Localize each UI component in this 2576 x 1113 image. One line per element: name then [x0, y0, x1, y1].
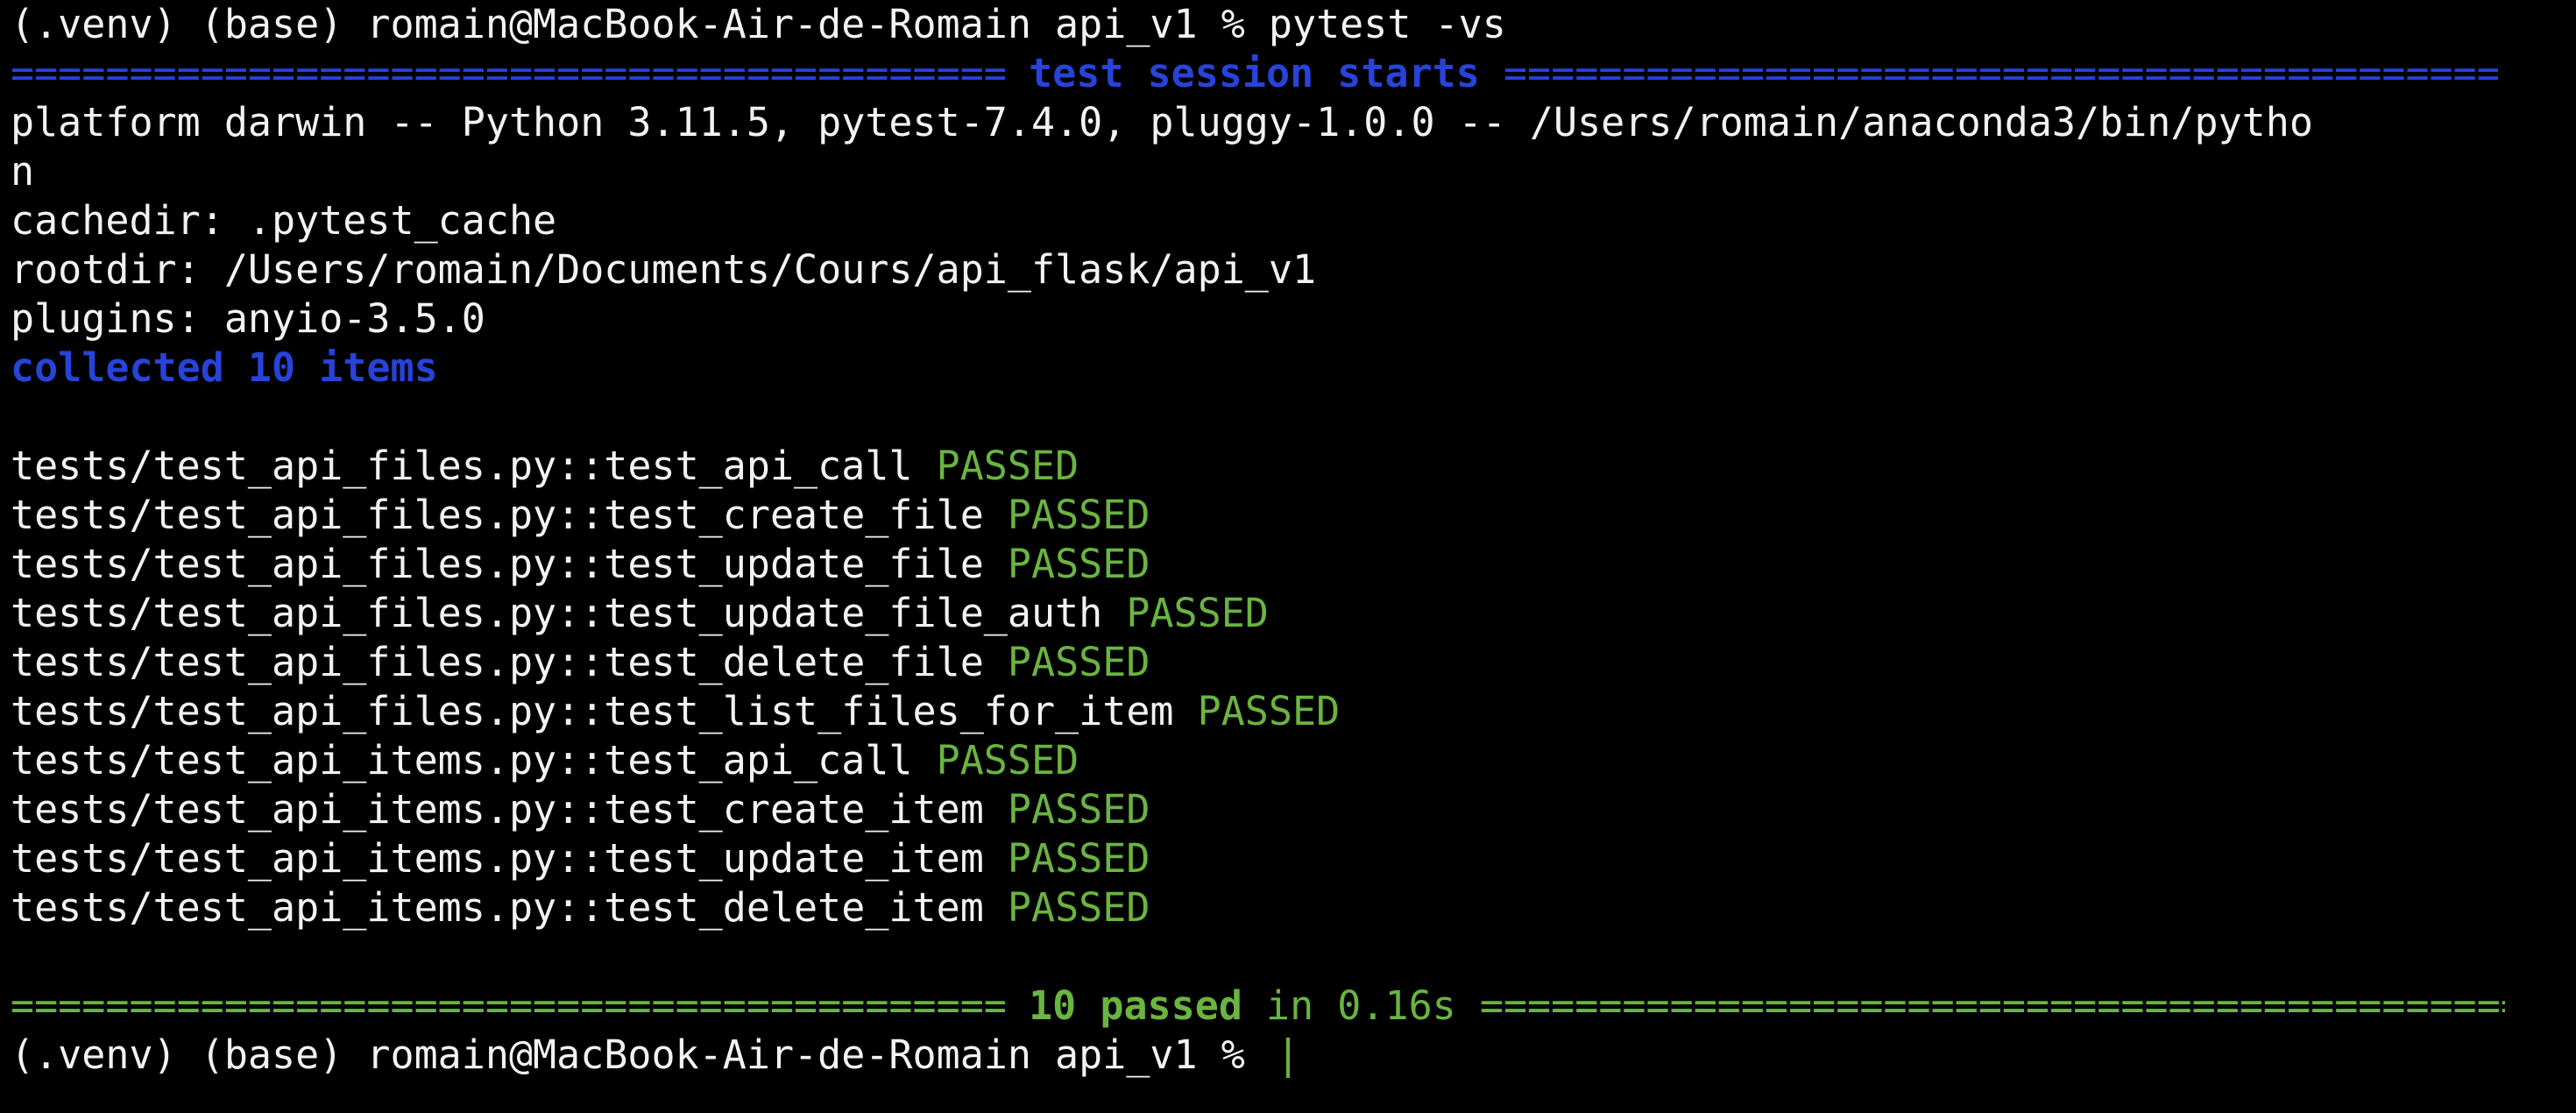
test-status: PASSED: [1197, 688, 1341, 734]
test-name: tests/test_api_files.py::test_update_fil…: [11, 541, 984, 587]
test-result-row: tests/test_api_items.py::test_update_ite…: [11, 834, 2576, 883]
test-result-row: tests/test_api_files.py::test_update_fil…: [11, 589, 2576, 638]
test-status: PASSED: [1007, 541, 1150, 587]
summary-spacer: [1242, 982, 1266, 1029]
test-name: tests/test_api_files.py::test_create_fil…: [11, 492, 984, 538]
header-rule-left: ========================================…: [11, 50, 1005, 96]
platform-line: platform darwin -- Python 3.11.5, pytest…: [11, 99, 2313, 145]
test-result-row: tests/test_api_files.py::test_create_fil…: [11, 491, 2576, 540]
test-status: PASSED: [1126, 590, 1269, 636]
test-status: PASSED: [1007, 835, 1150, 882]
test-result-row: tests/test_api_files.py::test_api_call P…: [11, 442, 2576, 491]
test-result-row: tests/test_api_files.py::test_list_files…: [11, 687, 2576, 736]
test-status: PASSED: [936, 737, 1079, 783]
platform-line-wrap: n: [11, 148, 35, 195]
terminal-window[interactable]: (.venv) (base) romain@MacBook-Air-de-Rom…: [0, 0, 2576, 1113]
test-status: PASSED: [1007, 492, 1150, 538]
test-name: tests/test_api_files.py::test_update_fil…: [11, 590, 1103, 636]
collected-line: collected 10 items: [11, 344, 438, 391]
command-text: pytest -vs: [1268, 1, 1506, 47]
summary-line: ========================================…: [11, 982, 2576, 1031]
test-status: PASSED: [1007, 639, 1150, 685]
command-line: (.venv) (base) romain@MacBook-Air-de-Rom…: [11, 0, 2576, 49]
test-result-row: tests/test_api_files.py::test_delete_fil…: [11, 638, 2576, 687]
test-name: tests/test_api_files.py::test_api_call: [11, 443, 913, 489]
test-results-list: tests/test_api_files.py::test_api_call P…: [11, 442, 2576, 932]
test-result-row: tests/test_api_items.py::test_create_ite…: [11, 785, 2576, 834]
test-name: tests/test_api_items.py::test_delete_ite…: [11, 884, 984, 931]
prompt-line[interactable]: (.venv) (base) romain@MacBook-Air-de-Rom…: [11, 1031, 2576, 1080]
test-status: PASSED: [1007, 884, 1150, 931]
shell-prompt: (.venv) (base) romain@MacBook-Air-de-Rom…: [11, 1, 1269, 47]
summary-spacer: [1005, 982, 1029, 1029]
cachedir-line: cachedir: .pytest_cache: [11, 197, 557, 244]
header-rule-right: ========================================…: [1503, 50, 2498, 96]
summary-rule-left: ========================================…: [11, 982, 1005, 1029]
summary-passed-count: 10 passed: [1029, 982, 1242, 1029]
header-spacer: [1480, 50, 1504, 96]
test-name: tests/test_api_items.py::test_api_call: [11, 737, 913, 783]
test-name: tests/test_api_items.py::test_update_ite…: [11, 835, 984, 882]
test-status: PASSED: [1007, 786, 1150, 833]
shell-prompt: (.venv) (base) romain@MacBook-Air-de-Rom…: [11, 1031, 1269, 1078]
summary-rule-right: ========================================…: [1479, 982, 2505, 1029]
session-header-title: test session starts: [1029, 50, 1480, 96]
test-status: PASSED: [936, 443, 1079, 489]
session-header: ========================================…: [11, 49, 2576, 98]
test-name: tests/test_api_files.py::test_delete_fil…: [11, 639, 984, 685]
test-name: tests/test_api_files.py::test_list_files…: [11, 688, 1174, 734]
header-spacer: [1005, 50, 1029, 96]
text-cursor: [1285, 1038, 1290, 1078]
summary-timing: in 0.16s: [1266, 982, 1456, 1029]
test-result-row: tests/test_api_items.py::test_delete_ite…: [11, 883, 2576, 932]
test-result-row: tests/test_api_items.py::test_api_call P…: [11, 736, 2576, 785]
test-result-row: tests/test_api_files.py::test_update_fil…: [11, 540, 2576, 589]
plugins-line: plugins: anyio-3.5.0: [11, 295, 485, 342]
test-name: tests/test_api_items.py::test_create_ite…: [11, 786, 984, 833]
summary-spacer: [1456, 982, 1480, 1029]
rootdir-line: rootdir: /Users/romain/Documents/Cours/a…: [11, 246, 1317, 293]
